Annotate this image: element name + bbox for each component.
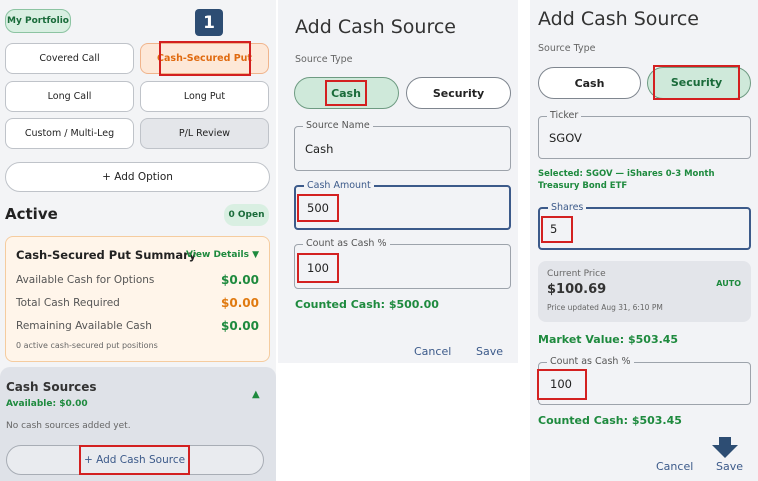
view-details-label: View Details [186, 250, 249, 260]
row-value: $0.00 [221, 273, 259, 287]
option-long-put[interactable]: Long Put [140, 81, 269, 112]
portfolio-panel: My Portfolio 1 Covered Call Cash-Secured… [0, 0, 276, 481]
count-as-cash-label: Count as Cash % [547, 356, 634, 367]
row-label: Available Cash for Options [16, 274, 155, 286]
source-type-label: Source Type [295, 54, 353, 65]
save-button[interactable]: Save [476, 345, 503, 358]
option-pl-review[interactable]: P/L Review [140, 118, 269, 149]
my-portfolio-tab[interactable]: My Portfolio [5, 9, 71, 33]
option-long-call[interactable]: Long Call [5, 81, 134, 112]
arrow-down-icon [712, 437, 738, 459]
current-price-label: Current Price [547, 269, 606, 279]
ticker-field[interactable]: Ticker SGOV [538, 110, 751, 159]
auto-badge: AUTO [716, 279, 741, 288]
csp-summary-card: Cash-Secured Put Summary View Details ▼ … [5, 236, 270, 362]
option-covered-call[interactable]: Covered Call [5, 43, 134, 74]
add-cash-source-label[interactable]: + Add Cash Source [79, 445, 190, 475]
open-count-badge: 0 Open [224, 204, 269, 226]
cash-sources-title: Cash Sources [6, 380, 97, 394]
count-as-cash-value: 100 [537, 369, 587, 400]
counted-cash: Counted Cash: $503.45 [538, 414, 682, 427]
source-name-field[interactable]: Source Name Cash [294, 120, 511, 171]
summary-title: Cash-Secured Put Summary [16, 248, 197, 262]
step-badge: 1 [195, 9, 223, 36]
shares-value: 5 [541, 216, 573, 243]
dialog-title: Add Cash Source [295, 16, 456, 38]
row-label: Remaining Available Cash [16, 320, 152, 332]
cash-amount-label: Cash Amount [304, 180, 374, 191]
cash-sources-section: Cash Sources Available: $0.00 ▲ No cash … [0, 367, 276, 481]
market-value: Market Value: $503.45 [538, 333, 679, 346]
source-type-label: Source Type [538, 43, 596, 54]
add-cash-source-dialog-security: Add Cash Source Source Type Cash Securit… [530, 0, 758, 481]
active-title: Active [5, 205, 58, 223]
cash-available: Available: $0.00 [6, 399, 88, 409]
count-as-cash-value: 100 [297, 253, 339, 283]
count-as-cash-label: Count as Cash % [303, 238, 390, 249]
cash-sources-empty: No cash sources added yet. [6, 421, 131, 431]
option-custom-multi-leg[interactable]: Custom / Multi-Leg [5, 118, 134, 149]
counted-cash: Counted Cash: $500.00 [295, 298, 439, 311]
ticker-value: SGOV [549, 131, 582, 145]
summary-row: Remaining Available Cash $0.00 [16, 319, 259, 333]
toggle-cash[interactable]: Cash [538, 67, 641, 99]
add-option-button[interactable]: + Add Option [5, 162, 270, 192]
source-name-label: Source Name [303, 120, 373, 131]
current-price-value: $100.69 [547, 282, 607, 297]
row-label: Total Cash Required [16, 297, 120, 309]
row-value: $0.00 [221, 319, 259, 333]
toggle-cash-label: Cash [325, 80, 367, 106]
row-value: $0.00 [221, 296, 259, 310]
summary-row: Total Cash Required $0.00 [16, 296, 259, 310]
collapse-arrow-icon[interactable]: ▲ [252, 389, 260, 400]
cancel-button[interactable]: Cancel [414, 345, 451, 358]
toggle-security[interactable]: Security [406, 77, 511, 109]
current-price-card: Current Price $100.69 AUTO Price updated… [538, 261, 751, 322]
summary-row: Available Cash for Options $0.00 [16, 273, 259, 287]
summary-footnote: 0 active cash-secured put positions [16, 341, 158, 350]
highlight-cash-secured-put [159, 41, 251, 76]
save-button[interactable]: Save [716, 460, 743, 473]
ticker-label: Ticker [547, 110, 582, 121]
source-name-value: Cash [305, 142, 334, 156]
price-updated: Price updated Aug 31, 6:10 PM [547, 303, 663, 312]
toggle-security-label: Security [653, 65, 740, 100]
cancel-button[interactable]: Cancel [656, 460, 693, 473]
shares-label: Shares [548, 202, 587, 213]
chevron-down-icon: ▼ [252, 250, 259, 260]
add-cash-source-dialog-cash: Add Cash Source Source Type Cash Securit… [278, 0, 518, 363]
dialog-title: Add Cash Source [538, 8, 699, 30]
view-details-link[interactable]: View Details ▼ [186, 250, 259, 260]
selected-security: Selected: SGOV — iShares 0-3 Month Treas… [538, 169, 715, 191]
cash-amount-value: 500 [297, 194, 339, 222]
